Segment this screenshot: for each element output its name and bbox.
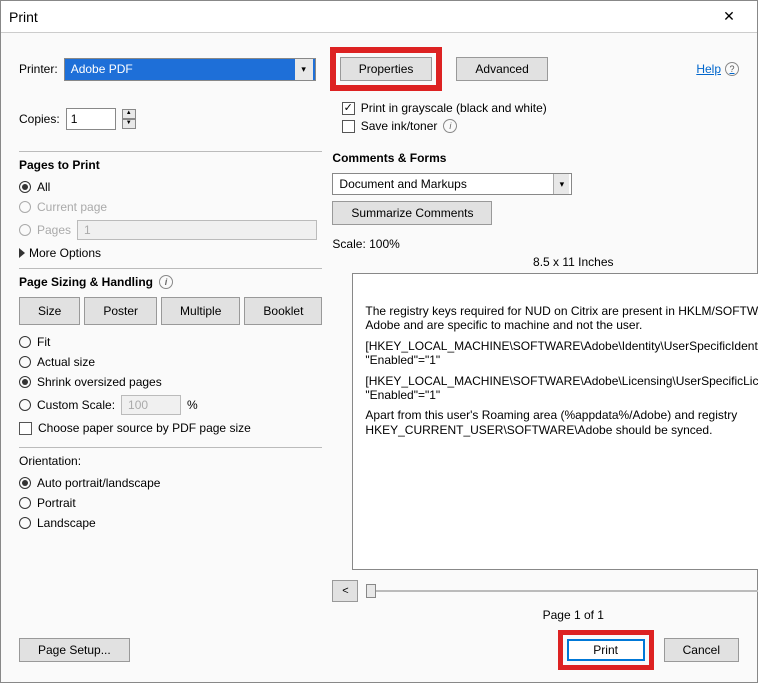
comments-dropdown[interactable]: Document and Markups ▾ (332, 173, 572, 195)
slider-thumb[interactable] (366, 584, 376, 598)
custom-scale-input[interactable] (121, 395, 181, 415)
help-text: Help (696, 62, 721, 76)
radio-actual[interactable] (19, 356, 31, 368)
orientation-title: Orientation: (19, 454, 322, 468)
pages-title: Pages to Print (19, 158, 322, 172)
more-options[interactable]: More Options (19, 246, 322, 260)
page-count: Page 1 of 1 (332, 608, 758, 622)
properties-highlight: Properties (330, 47, 443, 91)
more-options-label: More Options (29, 246, 101, 260)
preview-text: The registry keys required for NUD on Ci… (365, 304, 758, 333)
advanced-button[interactable]: Advanced (456, 57, 547, 81)
multiple-button[interactable]: Multiple (161, 297, 240, 325)
window-title: Print (9, 9, 709, 25)
radio-pages[interactable] (19, 224, 31, 236)
radio-custom[interactable] (19, 399, 31, 411)
papersource-label: Choose paper source by PDF page size (38, 421, 251, 435)
fit-label: Fit (37, 335, 50, 349)
radio-current[interactable] (19, 201, 31, 213)
help-icon: ? (725, 62, 739, 76)
auto-label: Auto portrait/landscape (37, 476, 160, 490)
pages-to-print-group: Pages to Print All Current page Pages (19, 151, 322, 260)
radio-auto-orient[interactable] (19, 477, 31, 489)
scale-label: Scale: 100% (332, 237, 758, 251)
printer-dropdown[interactable]: Adobe PDF ▾ (64, 58, 316, 81)
prev-page-button[interactable]: < (332, 580, 358, 602)
size-button[interactable]: Size (19, 297, 80, 325)
page-setup-button[interactable]: Page Setup... (19, 638, 130, 662)
close-button[interactable]: ✕ (709, 8, 749, 25)
saveink-checkbox[interactable] (342, 120, 355, 133)
current-label: Current page (37, 200, 107, 214)
copies-input[interactable] (66, 108, 116, 130)
copies-spinner[interactable]: ▲ ▼ (122, 109, 136, 129)
print-dialog: Print ✕ Printer: Adobe PDF ▾ Properties … (0, 0, 758, 683)
sizing-title: Page Sizing & Handling (19, 275, 153, 289)
spinner-down-icon[interactable]: ▼ (122, 119, 136, 129)
preview-text: Apart from this user's Roaming area (%ap… (365, 408, 758, 437)
landscape-label: Landscape (37, 516, 96, 530)
all-label: All (37, 180, 50, 194)
comments-value: Document and Markups (339, 177, 466, 191)
properties-button[interactable]: Properties (340, 57, 433, 81)
saveink-label: Save ink/toner (361, 119, 438, 133)
orientation-group: Orientation: Auto portrait/landscape Por… (19, 447, 322, 536)
custom-label: Custom Scale: (37, 398, 115, 412)
printer-value: Adobe PDF (71, 62, 133, 76)
radio-portrait[interactable] (19, 497, 31, 509)
comments-title: Comments & Forms (332, 151, 758, 165)
dropdown-caret-icon: ▾ (295, 59, 313, 80)
print-preview: The registry keys required for NUD on Ci… (352, 273, 758, 570)
preview-dim: 8.5 x 11 Inches (332, 255, 758, 269)
radio-all[interactable] (19, 181, 31, 193)
pages-label: Pages (37, 223, 71, 237)
dropdown-caret-icon: ▾ (553, 174, 569, 194)
poster-button[interactable]: Poster (84, 297, 157, 325)
cancel-button[interactable]: Cancel (664, 638, 739, 662)
radio-shrink[interactable] (19, 376, 31, 388)
summarize-button[interactable]: Summarize Comments (332, 201, 492, 225)
grayscale-checkbox[interactable] (342, 102, 355, 115)
sizing-group: Page Sizing & Handling i Size Poster Mul… (19, 268, 322, 439)
portrait-label: Portrait (37, 496, 76, 510)
preview-text: [HKEY_LOCAL_MACHINE\SOFTWARE\Adobe\Licen… (365, 374, 758, 403)
spinner-up-icon[interactable]: ▲ (122, 109, 136, 119)
radio-landscape[interactable] (19, 517, 31, 529)
preview-text: [HKEY_LOCAL_MACHINE\SOFTWARE\Adobe\Ident… (365, 339, 758, 368)
actual-label: Actual size (37, 355, 95, 369)
booklet-button[interactable]: Booklet (244, 297, 322, 325)
percent-label: % (187, 398, 198, 412)
help-link[interactable]: Help ? (696, 62, 739, 76)
radio-fit[interactable] (19, 336, 31, 348)
triangle-right-icon (19, 248, 25, 258)
print-button[interactable]: Print (567, 639, 645, 661)
papersource-checkbox[interactable] (19, 422, 32, 435)
grayscale-label: Print in grayscale (black and white) (361, 101, 547, 115)
titlebar: Print ✕ (1, 1, 757, 33)
print-highlight: Print (558, 630, 654, 670)
info-icon: i (443, 119, 457, 133)
shrink-label: Shrink oversized pages (37, 375, 162, 389)
pages-input[interactable] (77, 220, 317, 240)
copies-label: Copies: (19, 112, 60, 126)
info-icon: i (159, 275, 173, 289)
zoom-slider[interactable] (366, 590, 758, 592)
printer-label: Printer: (19, 62, 58, 76)
